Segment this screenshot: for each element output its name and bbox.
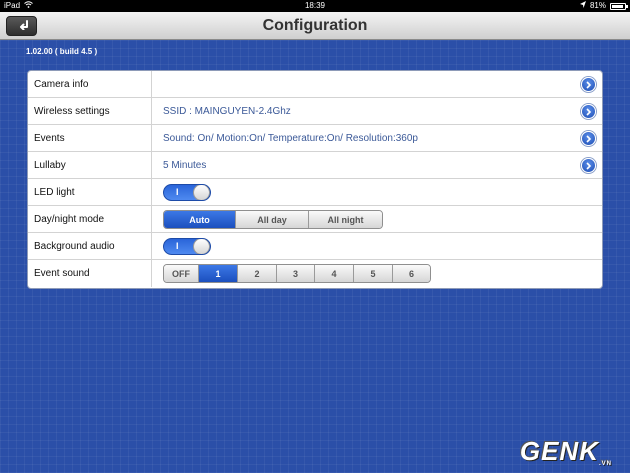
version-label: 1.02.00 ( build 4.5 ) <box>26 47 98 56</box>
battery-percent: 81% <box>589 1 606 10</box>
row-event-sound: Event sound OFF 1 2 3 4 5 6 <box>28 260 602 287</box>
row-label: Lullaby <box>34 160 66 171</box>
segment-all-day[interactable]: All day <box>236 211 309 228</box>
event-sound-segmented-control: OFF 1 2 3 4 5 6 <box>163 264 431 283</box>
segment-5[interactable]: 5 <box>354 265 393 282</box>
row-led-light: LED light I <box>28 179 602 206</box>
row-value: SSID : MAINGUYEN-2.4Ghz <box>163 106 291 117</box>
chevron-right-icon[interactable] <box>581 77 596 92</box>
toggle-on-label: I <box>176 187 179 197</box>
segment-1[interactable]: 1 <box>199 265 238 282</box>
segment-6[interactable]: 6 <box>393 265 430 282</box>
day-night-segmented-control: Auto All day All night <box>163 210 383 229</box>
row-value: 5 Minutes <box>163 160 207 171</box>
led-light-toggle[interactable]: I <box>163 184 211 201</box>
row-lullaby[interactable]: Lullaby 5 Minutes <box>28 152 602 179</box>
status-bar: iPad 18:39 81% <box>0 0 630 12</box>
segment-auto[interactable]: Auto <box>164 211 236 228</box>
toggle-knob <box>193 239 210 254</box>
location-icon <box>579 0 586 12</box>
page-title: Configuration <box>262 17 368 34</box>
row-value: Sound: On/ Motion:On/ Temperature:On/ Re… <box>163 133 418 144</box>
segment-off[interactable]: OFF <box>164 265 199 282</box>
settings-table: Camera info Wireless settings SSID : MAI… <box>27 70 603 289</box>
clock: 18:39 <box>304 1 326 10</box>
segment-all-night[interactable]: All night <box>309 211 382 228</box>
row-day-night-mode: Day/night mode Auto All day All night <box>28 206 602 233</box>
row-background-audio: Background audio I <box>28 233 602 260</box>
row-camera-info[interactable]: Camera info <box>28 71 602 98</box>
chevron-right-icon[interactable] <box>581 131 596 146</box>
chevron-right-icon[interactable] <box>581 104 596 119</box>
toggle-on-label: I <box>176 241 179 251</box>
row-wireless-settings[interactable]: Wireless settings SSID : MAINGUYEN-2.4Gh… <box>28 98 602 125</box>
battery-icon <box>610 2 628 10</box>
row-events[interactable]: Events Sound: On/ Motion:On/ Temperature… <box>28 125 602 152</box>
segment-3[interactable]: 3 <box>277 265 315 282</box>
segment-4[interactable]: 4 <box>315 265 354 282</box>
row-label: Wireless settings <box>34 106 110 117</box>
row-label: Events <box>34 133 65 144</box>
chevron-right-icon[interactable] <box>581 158 596 173</box>
genk-watermark-logo: GENK.VN <box>519 436 612 467</box>
row-label: Day/night mode <box>34 214 105 225</box>
navigation-bar: Configuration <box>0 12 630 40</box>
toggle-knob <box>193 185 210 200</box>
row-label: Event sound <box>34 268 90 279</box>
background-audio-toggle[interactable]: I <box>163 238 211 255</box>
row-label: Camera info <box>34 79 89 90</box>
segment-2[interactable]: 2 <box>238 265 277 282</box>
row-label: LED light <box>34 187 75 198</box>
row-label: Background audio <box>34 241 115 252</box>
